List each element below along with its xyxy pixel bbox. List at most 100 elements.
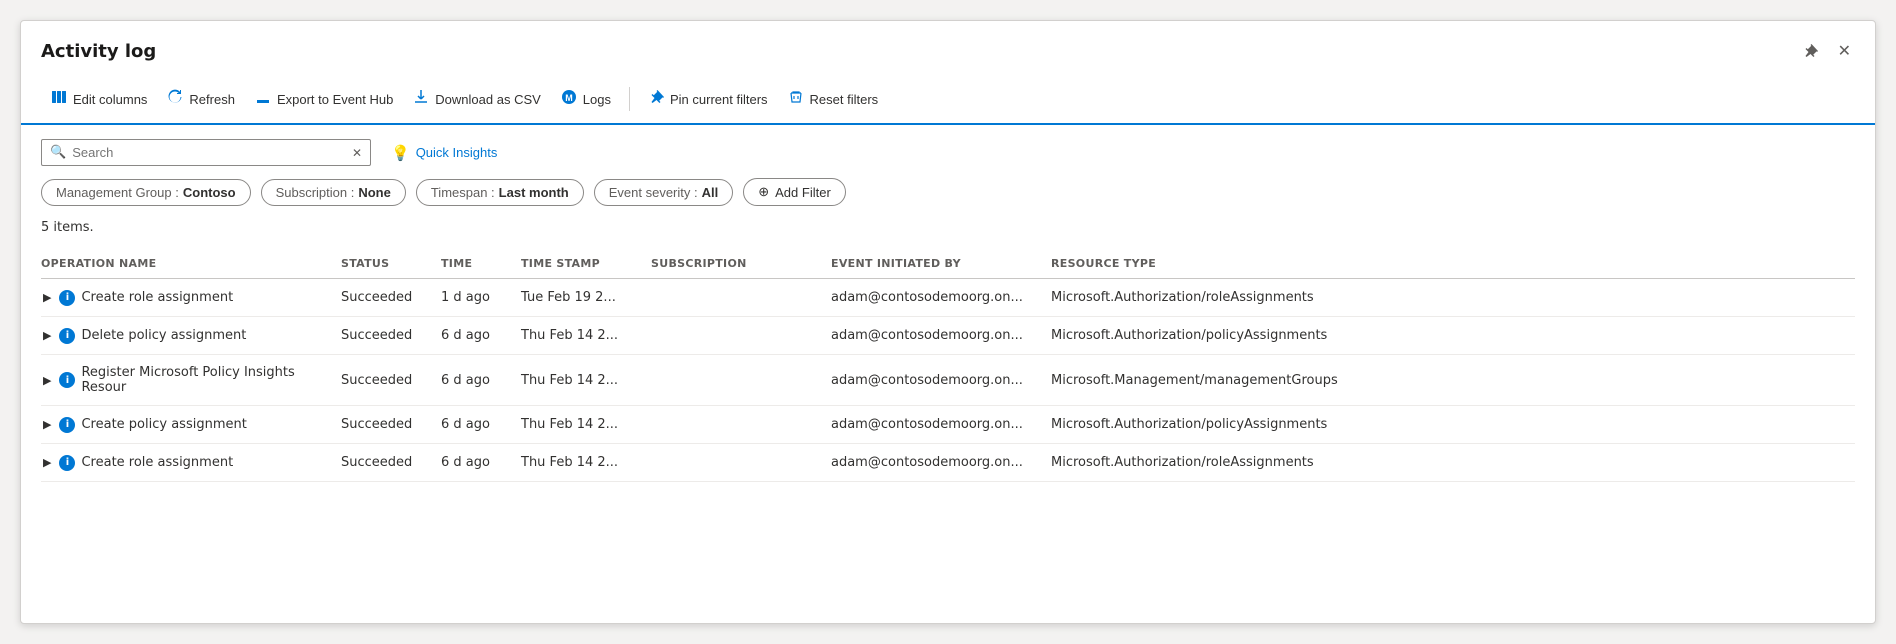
- cell-timestamp: Thu Feb 14 2...: [521, 406, 651, 444]
- operation-name: Delete policy assignment: [81, 328, 246, 343]
- cell-opname: ▶ i Register Microsoft Policy Insights R…: [41, 355, 341, 406]
- filter-management-group[interactable]: Management Group : Contoso: [41, 179, 251, 206]
- cell-time: 1 d ago: [441, 279, 521, 317]
- operation-name: Create role assignment: [81, 455, 233, 470]
- cell-resourcetype: Microsoft.Authorization/roleAssignments: [1051, 279, 1855, 317]
- refresh-label: Refresh: [189, 92, 235, 107]
- edit-columns-button[interactable]: Edit columns: [41, 83, 157, 115]
- table-row: ▶ i Create policy assignment Succeeded 6…: [41, 406, 1855, 444]
- cell-resourcetype: Microsoft.Management/managementGroups: [1051, 355, 1855, 406]
- logs-button[interactable]: M Logs: [551, 83, 621, 115]
- item-count: 5 items.: [41, 220, 1855, 235]
- add-filter-button[interactable]: ⊕ Add Filter: [743, 178, 846, 206]
- export-icon: [255, 89, 271, 109]
- filter-label: Timespan :: [431, 185, 495, 200]
- table-row: ▶ i Register Microsoft Policy Insights R…: [41, 355, 1855, 406]
- filter-label: Management Group :: [56, 185, 179, 200]
- col-header-opname: OPERATION NAME: [41, 249, 341, 279]
- cell-time: 6 d ago: [441, 317, 521, 355]
- quick-insights-icon: 💡: [391, 144, 410, 162]
- download-icon: [413, 89, 429, 109]
- pin-filters-button[interactable]: Pin current filters: [638, 83, 778, 115]
- cell-resourcetype: Microsoft.Authorization/policyAssignment…: [1051, 406, 1855, 444]
- refresh-icon: [167, 89, 183, 109]
- filter-value: None: [358, 185, 391, 200]
- cell-resourcetype: Microsoft.Authorization/roleAssignments: [1051, 444, 1855, 482]
- info-icon: i: [59, 372, 75, 388]
- activity-table: OPERATION NAME STATUS TIME TIME STAMP SU…: [41, 249, 1855, 482]
- cell-status: Succeeded: [341, 406, 441, 444]
- info-icon: i: [59, 455, 75, 471]
- add-filter-label: Add Filter: [775, 185, 831, 200]
- cell-status: Succeeded: [341, 279, 441, 317]
- cell-initiatedby: adam@contosodemoorg.on...: [831, 406, 1051, 444]
- expand-row-button[interactable]: ▶: [41, 372, 53, 389]
- toolbar-divider: [629, 87, 630, 111]
- filter-subscription[interactable]: Subscription : None: [261, 179, 406, 206]
- expand-row-button[interactable]: ▶: [41, 289, 53, 306]
- cell-subscription: [651, 444, 831, 482]
- expand-row-button[interactable]: ▶: [41, 327, 53, 344]
- page-title: Activity log: [41, 41, 156, 62]
- main-content: 🔍 ✕ 💡 Quick Insights Management Group : …: [21, 125, 1875, 496]
- cell-subscription: [651, 355, 831, 406]
- pin-icon: [648, 89, 664, 109]
- cell-status: Succeeded: [341, 444, 441, 482]
- table-row: ▶ i Create role assignment Succeeded 1 d…: [41, 279, 1855, 317]
- search-input[interactable]: [72, 145, 352, 160]
- operation-name: Create role assignment: [81, 290, 233, 305]
- cell-status: Succeeded: [341, 317, 441, 355]
- close-window-button[interactable]: ✕: [1834, 37, 1855, 65]
- col-header-subscription: SUBSCRIPTION: [651, 249, 831, 279]
- filters-row: Management Group : Contoso Subscription …: [41, 178, 1855, 206]
- table-row: ▶ i Delete policy assignment Succeeded 6…: [41, 317, 1855, 355]
- info-icon: i: [59, 417, 75, 433]
- export-button[interactable]: Export to Event Hub: [245, 83, 403, 115]
- cell-time: 6 d ago: [441, 355, 521, 406]
- table-header-row: OPERATION NAME STATUS TIME TIME STAMP SU…: [41, 249, 1855, 279]
- operation-name: Create policy assignment: [81, 417, 246, 432]
- download-button[interactable]: Download as CSV: [403, 83, 551, 115]
- logs-icon: M: [561, 89, 577, 109]
- filter-event-severity[interactable]: Event severity : All: [594, 179, 734, 206]
- cell-opname: ▶ i Create role assignment: [41, 444, 341, 482]
- export-label: Export to Event Hub: [277, 92, 393, 107]
- quick-insights-label: Quick Insights: [416, 145, 498, 160]
- activity-log-window: Activity log ✕ Edit columns Refresh: [20, 20, 1876, 624]
- operation-name: Register Microsoft Policy Insights Resou…: [81, 365, 331, 395]
- cell-time: 6 d ago: [441, 406, 521, 444]
- cell-initiatedby: adam@contosodemoorg.on...: [831, 355, 1051, 406]
- window-controls: ✕: [1798, 37, 1855, 65]
- search-row: 🔍 ✕ 💡 Quick Insights: [41, 139, 1855, 166]
- col-header-status: STATUS: [341, 249, 441, 279]
- expand-row-button[interactable]: ▶: [41, 454, 53, 471]
- filter-label: Event severity :: [609, 185, 698, 200]
- edit-columns-label: Edit columns: [73, 92, 147, 107]
- download-label: Download as CSV: [435, 92, 541, 107]
- pin-window-button[interactable]: [1798, 39, 1822, 63]
- filter-value: Contoso: [183, 185, 236, 200]
- cell-status: Succeeded: [341, 355, 441, 406]
- cell-subscription: [651, 406, 831, 444]
- col-header-timestamp: TIME STAMP: [521, 249, 651, 279]
- clear-search-icon[interactable]: ✕: [352, 146, 362, 160]
- cell-initiatedby: adam@contosodemoorg.on...: [831, 317, 1051, 355]
- refresh-button[interactable]: Refresh: [157, 83, 245, 115]
- cell-timestamp: Thu Feb 14 2...: [521, 355, 651, 406]
- expand-row-button[interactable]: ▶: [41, 416, 53, 433]
- table-row: ▶ i Create role assignment Succeeded 6 d…: [41, 444, 1855, 482]
- toolbar: Edit columns Refresh Export to Event Hub…: [21, 77, 1875, 125]
- reset-filters-button[interactable]: Reset filters: [778, 83, 889, 115]
- quick-insights-button[interactable]: 💡 Quick Insights: [391, 144, 497, 162]
- cell-resourcetype: Microsoft.Authorization/policyAssignment…: [1051, 317, 1855, 355]
- filter-label: Subscription :: [276, 185, 355, 200]
- cell-subscription: [651, 279, 831, 317]
- cell-time: 6 d ago: [441, 444, 521, 482]
- cell-timestamp: Thu Feb 14 2...: [521, 444, 651, 482]
- title-bar: Activity log ✕: [21, 21, 1875, 77]
- cell-opname: ▶ i Delete policy assignment: [41, 317, 341, 355]
- cell-initiatedby: adam@contosodemoorg.on...: [831, 444, 1051, 482]
- filter-timespan[interactable]: Timespan : Last month: [416, 179, 584, 206]
- reset-filters-label: Reset filters: [810, 92, 879, 107]
- columns-icon: [51, 89, 67, 109]
